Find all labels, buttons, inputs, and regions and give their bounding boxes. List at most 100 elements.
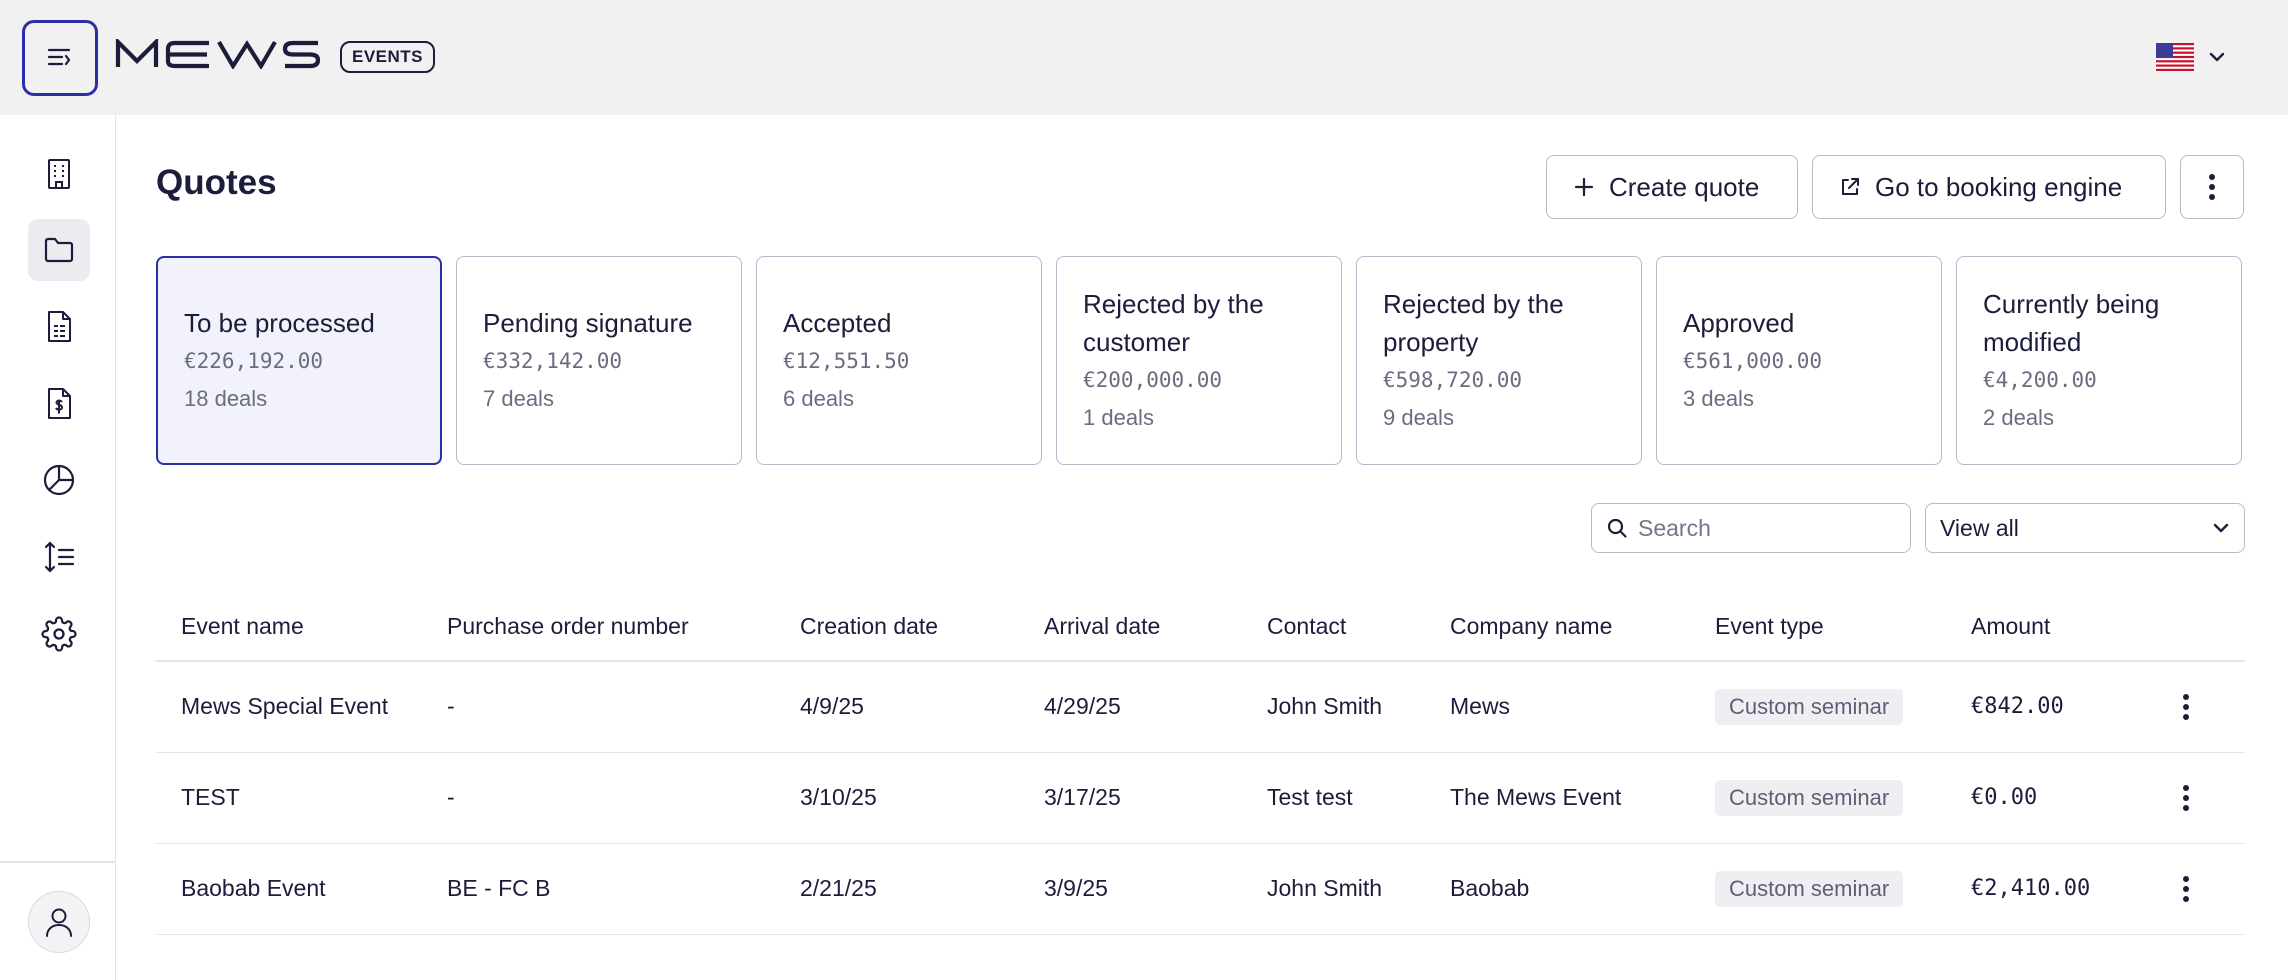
status-card-count: 18 deals	[184, 385, 268, 411]
event-type-tag: Custom seminar	[1715, 870, 1904, 907]
status-card[interactable]: Rejected by the customer €200,000.00 1 dea…	[1056, 256, 1342, 465]
sidebar	[0, 115, 116, 980]
status-card-count: 1 deals	[1083, 404, 1154, 430]
sort-lines-icon	[44, 541, 75, 573]
table-cell: 3/9/25	[1019, 843, 1242, 935]
chevron-down-icon	[2213, 523, 2229, 533]
folder-icon	[44, 237, 74, 263]
event-type-cell: Custom seminar	[1690, 752, 1946, 844]
column-header[interactable]: Creation date	[775, 593, 1019, 662]
status-card[interactable]: Accepted €12,551.50 6 deals	[756, 256, 1042, 465]
user-avatar-button[interactable]	[28, 891, 90, 953]
mews-logo	[115, 34, 321, 74]
table-cell: TEST	[156, 752, 422, 844]
event-type-cell: Custom seminar	[1690, 843, 1946, 935]
sidebar-item-sorting[interactable]	[28, 526, 90, 588]
search-field[interactable]	[1591, 503, 1911, 553]
language-selector[interactable]	[2156, 40, 2226, 74]
sidebar-item-settings[interactable]	[28, 603, 90, 665]
status-card-title: To be processed	[184, 307, 375, 338]
kebab-menu-icon	[2183, 875, 2189, 902]
table-cell: Test test	[1242, 752, 1425, 844]
table-cell: €842.00	[1946, 661, 2141, 753]
chevron-down-icon	[2209, 52, 2225, 62]
table-cell: BE - FC B	[422, 843, 775, 935]
table-header-row: Event name Purchase order number Creation …	[156, 593, 2245, 662]
kebab-menu-icon	[2183, 784, 2189, 811]
table-cell: €2,410.00	[1946, 843, 2141, 935]
table-cell: Baobab	[1425, 843, 1690, 935]
table-cell: 4/29/25	[1019, 661, 1242, 753]
column-header[interactable]: Event type	[1690, 593, 1946, 662]
column-header[interactable]: Arrival date	[1019, 593, 1242, 662]
row-actions-button[interactable]	[2166, 869, 2206, 909]
sidebar-item-properties[interactable]	[28, 143, 90, 205]
page-title: Quotes	[156, 163, 277, 202]
status-card-amount: €200,000.00	[1083, 367, 1223, 392]
gear-icon	[41, 616, 77, 652]
us-flag-icon	[2156, 43, 2194, 71]
row-actions-button[interactable]	[2166, 687, 2206, 727]
invoice-icon	[48, 311, 71, 342]
status-card-count: 7 deals	[483, 385, 554, 411]
status-card-count: 3 deals	[1683, 385, 1754, 411]
status-card-title: Accepted	[783, 307, 892, 338]
plus-icon	[1574, 177, 1594, 197]
table-row[interactable]: TEST -3/10/25 3/17/25 Test test The Mews Eve…	[156, 752, 2245, 844]
row-actions-button[interactable]	[2166, 778, 2206, 818]
kebab-menu-icon	[2209, 174, 2215, 200]
event-type-tag: Custom seminar	[1715, 688, 1904, 725]
status-card-amount: €598,720.00	[1383, 367, 1523, 392]
sidebar-item-quotes[interactable]	[28, 219, 90, 281]
column-header[interactable]: Contact	[1242, 593, 1425, 662]
dollar-document-icon	[48, 388, 71, 419]
table-cell: -	[422, 661, 775, 753]
table-cell: 4/9/25	[775, 661, 1019, 753]
quotes-table: Event name Purchase order number Creation …	[156, 593, 2245, 935]
booking-engine-button[interactable]: Go to booking engine	[1812, 155, 2166, 219]
status-card-count: 2 deals	[1983, 404, 2054, 430]
status-card[interactable]: To be processed €226,192.00 18 deals	[156, 256, 442, 465]
menu-toggle-button[interactable]	[22, 20, 98, 96]
row-actions-cell	[2141, 752, 2245, 844]
status-card-amount: €226,192.00	[184, 348, 324, 373]
create-quote-label: Create quote	[1609, 171, 1760, 202]
column-header[interactable]: Amount	[1946, 593, 2141, 662]
status-card[interactable]: Approved €561,000.00 3 deals	[1656, 256, 1942, 465]
sidebar-divider	[0, 861, 116, 863]
search-input[interactable]	[1638, 514, 1888, 542]
view-filter-value: View all	[1940, 514, 2019, 541]
table-row[interactable]: Mews Special Event -4/9/25 4/29/25 John Smi…	[156, 661, 2245, 753]
sidebar-item-payments[interactable]	[28, 373, 90, 435]
status-card-amount: €4,200.00	[1983, 367, 2097, 392]
table-cell: The Mews Event	[1425, 752, 1690, 844]
event-type-cell: Custom seminar	[1690, 661, 1946, 753]
column-header[interactable]: Company name	[1425, 593, 1690, 662]
view-filter-select[interactable]: View all	[1925, 503, 2245, 553]
product-badge: EVENTS	[340, 41, 436, 73]
user-icon	[46, 908, 72, 937]
more-actions-button[interactable]	[2180, 155, 2244, 219]
table-cell: Baobab Event	[156, 843, 422, 935]
row-actions-cell	[2141, 661, 2245, 753]
table-cell: Mews	[1425, 661, 1690, 753]
search-icon	[1607, 518, 1627, 538]
column-header[interactable]: Event name	[156, 593, 422, 662]
status-card[interactable]: Rejected by the property €598,720.00 9 dea…	[1356, 256, 1642, 465]
table-cell: 2/21/25	[775, 843, 1019, 935]
table-cell: €0.00	[1946, 752, 2141, 844]
column-header-actions	[2141, 593, 2245, 662]
table-row[interactable]: Baobab Event BE - FC B 2/21/25 3/9/25 John S…	[156, 843, 2245, 935]
status-card-title: Approved	[1683, 307, 1795, 338]
status-card[interactable]: Pending signature €332,142.00 7 deals	[456, 256, 742, 465]
status-card-title: Rejected by the property	[1383, 288, 1564, 357]
sidebar-item-invoices[interactable]	[28, 296, 90, 358]
external-link-icon	[1842, 178, 1859, 195]
column-header[interactable]: Purchase order number	[422, 593, 775, 662]
status-card[interactable]: Currently being modified €4,200.00 2 deals	[1956, 256, 2242, 465]
create-quote-button[interactable]: Create quote	[1546, 155, 1798, 219]
building-icon	[48, 159, 70, 189]
status-card-title: Currently being modified	[1983, 288, 2160, 357]
pie-chart-icon	[43, 464, 75, 496]
sidebar-item-reports[interactable]	[28, 449, 90, 511]
